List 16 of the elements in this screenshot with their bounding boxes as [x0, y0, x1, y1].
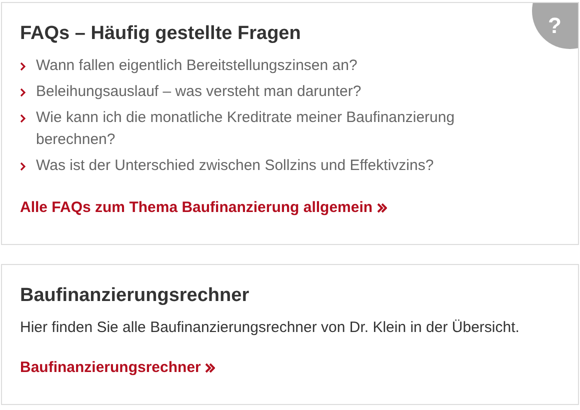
calculator-title: Baufinanzierungsrechner — [20, 284, 250, 308]
chevron-icon — [20, 88, 26, 97]
chevron-icon — [20, 114, 26, 123]
chevron-icon — [20, 162, 26, 171]
faq-link[interactable]: Wann fallen eigentlich Bereitstellungszinsen an? — [36, 55, 486, 77]
faq-link[interactable]: Beleihungsauslauf – was versteht man darunter? — [36, 81, 486, 103]
double-chevron-icon — [376, 203, 387, 214]
help-badge: ? — [532, 3, 578, 49]
faq-title: FAQs – Häufig gestellte Fragen — [20, 22, 301, 46]
calculator-link[interactable]: Baufinanzierungsrechner — [20, 357, 215, 380]
calculator-description: Hier finden Sie alle Baufinanzierungsrechner von Dr. Klein in der Übersicht. — [20, 318, 520, 338]
double-chevron-icon — [204, 363, 215, 374]
all-faqs-link[interactable]: Alle FAQs zum Thema Baufinanzierung allgemein — [20, 197, 387, 220]
faq-link[interactable]: Was ist der Unterschied zwischen Sollzins und Effektivzins? — [36, 155, 486, 177]
faq-link[interactable]: Wie kann ich die monatliche Kreditrate meiner Baufinanzierung berechnen? — [36, 107, 486, 151]
chevron-icon — [20, 62, 26, 71]
